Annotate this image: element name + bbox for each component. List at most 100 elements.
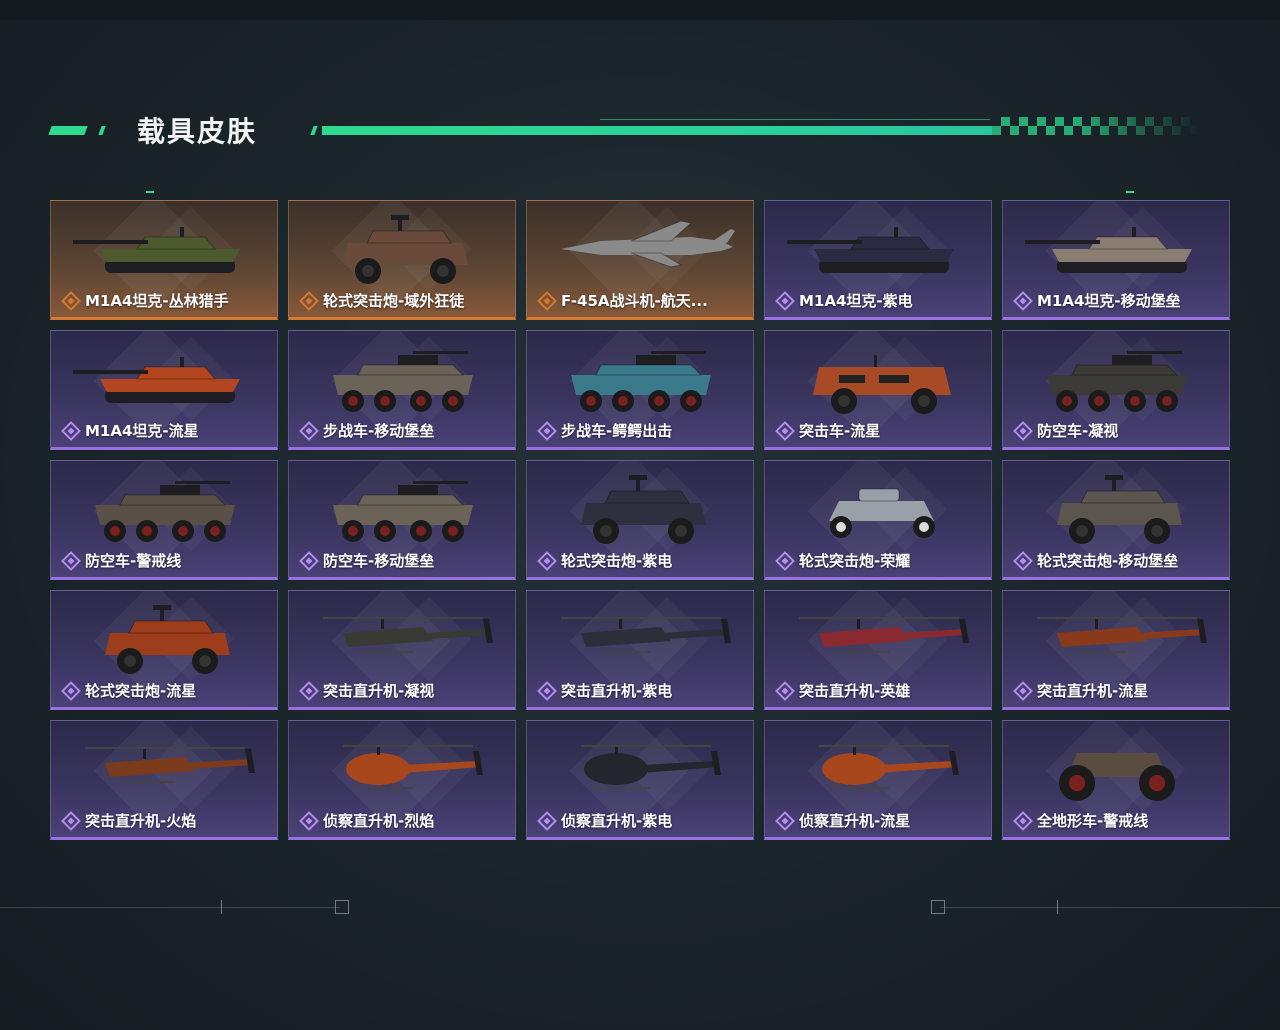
ifv-image xyxy=(333,481,473,542)
skin-card[interactable]: 突击直升机-流星 xyxy=(1002,590,1230,710)
rarity-gem-icon xyxy=(299,290,319,311)
rarity-gem-icon xyxy=(61,420,81,441)
skin-card[interactable]: 侦察直升机-流星 xyxy=(764,720,992,840)
skin-name: 突击直升机-凝视 xyxy=(323,682,435,700)
skin-label-row: 防空车-警戒线 xyxy=(61,550,181,571)
rarity-gem-icon xyxy=(537,810,557,831)
hud-box-left xyxy=(335,900,349,914)
skin-card[interactable]: 突击直升机-英雄 xyxy=(764,590,992,710)
skin-label-row: 轮式突击炮-移动堡垒 xyxy=(1013,550,1178,571)
scout-heli-image xyxy=(819,745,959,789)
skin-label-row: M1A4坦克-丛林猎手 xyxy=(61,290,229,311)
corner-tick-left xyxy=(146,191,154,193)
header-accent-tick xyxy=(98,126,106,135)
skin-card[interactable]: 突击直升机-凝视 xyxy=(288,590,516,710)
skin-name: 防空车-移动堡垒 xyxy=(323,552,435,570)
rarity-gem-icon xyxy=(299,420,319,441)
skin-label-row: 轮式突击炮-域外狂徒 xyxy=(299,290,464,311)
ifv-image xyxy=(1047,351,1187,412)
skin-card[interactable]: 轮式突击炮-紫电 xyxy=(526,460,754,580)
header-bar xyxy=(322,126,992,135)
rarity-gem-icon xyxy=(299,680,319,701)
rarity-gem-icon xyxy=(775,810,795,831)
scout-heli-image xyxy=(343,745,483,789)
skin-name: 全地形车-警戒线 xyxy=(1037,812,1149,830)
attack-heli-image xyxy=(561,617,731,653)
wheeled-gun-image xyxy=(343,215,468,284)
rarity-gem-icon xyxy=(1013,420,1033,441)
skin-card[interactable]: M1A4坦克-紫电 xyxy=(764,200,992,320)
skin-card[interactable]: 侦察直升机-紫电 xyxy=(526,720,754,840)
skin-name: 突击直升机-流星 xyxy=(1037,682,1149,700)
skin-name: M1A4坦克-紫电 xyxy=(799,292,913,310)
rarity-gem-icon xyxy=(537,420,557,441)
skin-card[interactable]: M1A4坦克-移动堡垒 xyxy=(1002,200,1230,320)
wheeled-gun-image xyxy=(105,605,230,674)
skin-label-row: 侦察直升机-烈焰 xyxy=(299,810,434,831)
skin-label-row: M1A4坦克-流星 xyxy=(61,420,199,441)
skin-name: M1A4坦克-移动堡垒 xyxy=(1037,292,1181,310)
buggy-image xyxy=(829,488,935,538)
skin-card[interactable]: 全地形车-警戒线 xyxy=(1002,720,1230,840)
top-band xyxy=(0,0,1280,20)
skin-label-row: 防空车-移动堡垒 xyxy=(299,550,434,571)
skin-card[interactable]: 轮式突击炮-荣耀 xyxy=(764,460,992,580)
skin-name: F-45A战斗机-航天... xyxy=(561,292,708,310)
skin-label-row: 突击直升机-火焰 xyxy=(61,810,196,831)
skin-name: 侦察直升机-紫电 xyxy=(561,812,673,830)
skin-card[interactable]: 步战车-鳄鳄出击 xyxy=(526,330,754,450)
rarity-gem-icon xyxy=(61,550,81,571)
skin-label-row: 轮式突击炮-流星 xyxy=(61,680,196,701)
skin-card[interactable]: 突击直升机-紫电 xyxy=(526,590,754,710)
rarity-gem-icon xyxy=(61,290,81,311)
rarity-gem-icon xyxy=(775,290,795,311)
corner-tick-right xyxy=(1126,191,1134,193)
hud-line-right xyxy=(940,907,1280,908)
truck-image xyxy=(813,355,951,414)
skin-label-row: 突击直升机-凝视 xyxy=(299,680,434,701)
skin-label-row: F-45A战斗机-航天... xyxy=(537,290,708,311)
skin-card[interactable]: 突击直升机-火焰 xyxy=(50,720,278,840)
skin-label-row: 步战车-鳄鳄出击 xyxy=(537,420,672,441)
skin-card[interactable]: M1A4坦克-流星 xyxy=(50,330,278,450)
skin-grid: M1A4坦克-丛林猎手 轮式突击炮-域外狂徒 F-45A战斗机-航天... M1… xyxy=(50,200,1230,840)
skin-label-row: 侦察直升机-流星 xyxy=(775,810,910,831)
skin-name: 步战车-移动堡垒 xyxy=(323,422,435,440)
rarity-gem-icon xyxy=(61,680,81,701)
skin-label-row: 防空车-凝视 xyxy=(1013,420,1118,441)
skin-card[interactable]: 轮式突击炮-域外狂徒 xyxy=(288,200,516,320)
tank-image xyxy=(73,357,240,403)
skin-card[interactable]: 防空车-警戒线 xyxy=(50,460,278,580)
skin-label-row: 突击车-流星 xyxy=(775,420,880,441)
skin-card[interactable]: 防空车-移动堡垒 xyxy=(288,460,516,580)
skin-card[interactable]: 轮式突击炮-移动堡垒 xyxy=(1002,460,1230,580)
skin-name: 突击直升机-英雄 xyxy=(799,682,911,700)
skin-card[interactable]: 步战车-移动堡垒 xyxy=(288,330,516,450)
skin-name: 突击直升机-紫电 xyxy=(561,682,673,700)
tank-image xyxy=(1025,227,1192,273)
skin-card[interactable]: 突击车-流星 xyxy=(764,330,992,450)
skin-label-row: 侦察直升机-紫电 xyxy=(537,810,672,831)
skin-card[interactable]: F-45A战斗机-航天... xyxy=(526,200,754,320)
skin-card[interactable]: 轮式突击炮-流星 xyxy=(50,590,278,710)
skin-card[interactable]: 侦察直升机-烈焰 xyxy=(288,720,516,840)
skin-label-row: 轮式突击炮-荣耀 xyxy=(775,550,910,571)
rarity-gem-icon xyxy=(537,680,557,701)
skin-name: 侦察直升机-流星 xyxy=(799,812,911,830)
skin-name: 突击车-流星 xyxy=(799,422,881,440)
skin-name: 轮式突击炮-荣耀 xyxy=(799,552,911,570)
skin-name: 防空车-警戒线 xyxy=(85,552,182,570)
tank-image xyxy=(787,227,954,273)
skin-name: 轮式突击炮-域外狂徒 xyxy=(323,292,465,310)
skin-name: 防空车-凝视 xyxy=(1037,422,1119,440)
rarity-gem-icon xyxy=(1013,810,1033,831)
atv-image xyxy=(1059,753,1175,801)
hud-tick-left xyxy=(221,900,222,914)
skin-card[interactable]: M1A4坦克-丛林猎手 xyxy=(50,200,278,320)
rarity-gem-icon xyxy=(537,290,557,311)
attack-heli-image xyxy=(85,747,255,783)
header-thin-line xyxy=(600,119,990,120)
attack-heli-image xyxy=(1037,617,1207,653)
skin-card[interactable]: 防空车-凝视 xyxy=(1002,330,1230,450)
skin-name: 轮式突击炮-紫电 xyxy=(561,552,673,570)
